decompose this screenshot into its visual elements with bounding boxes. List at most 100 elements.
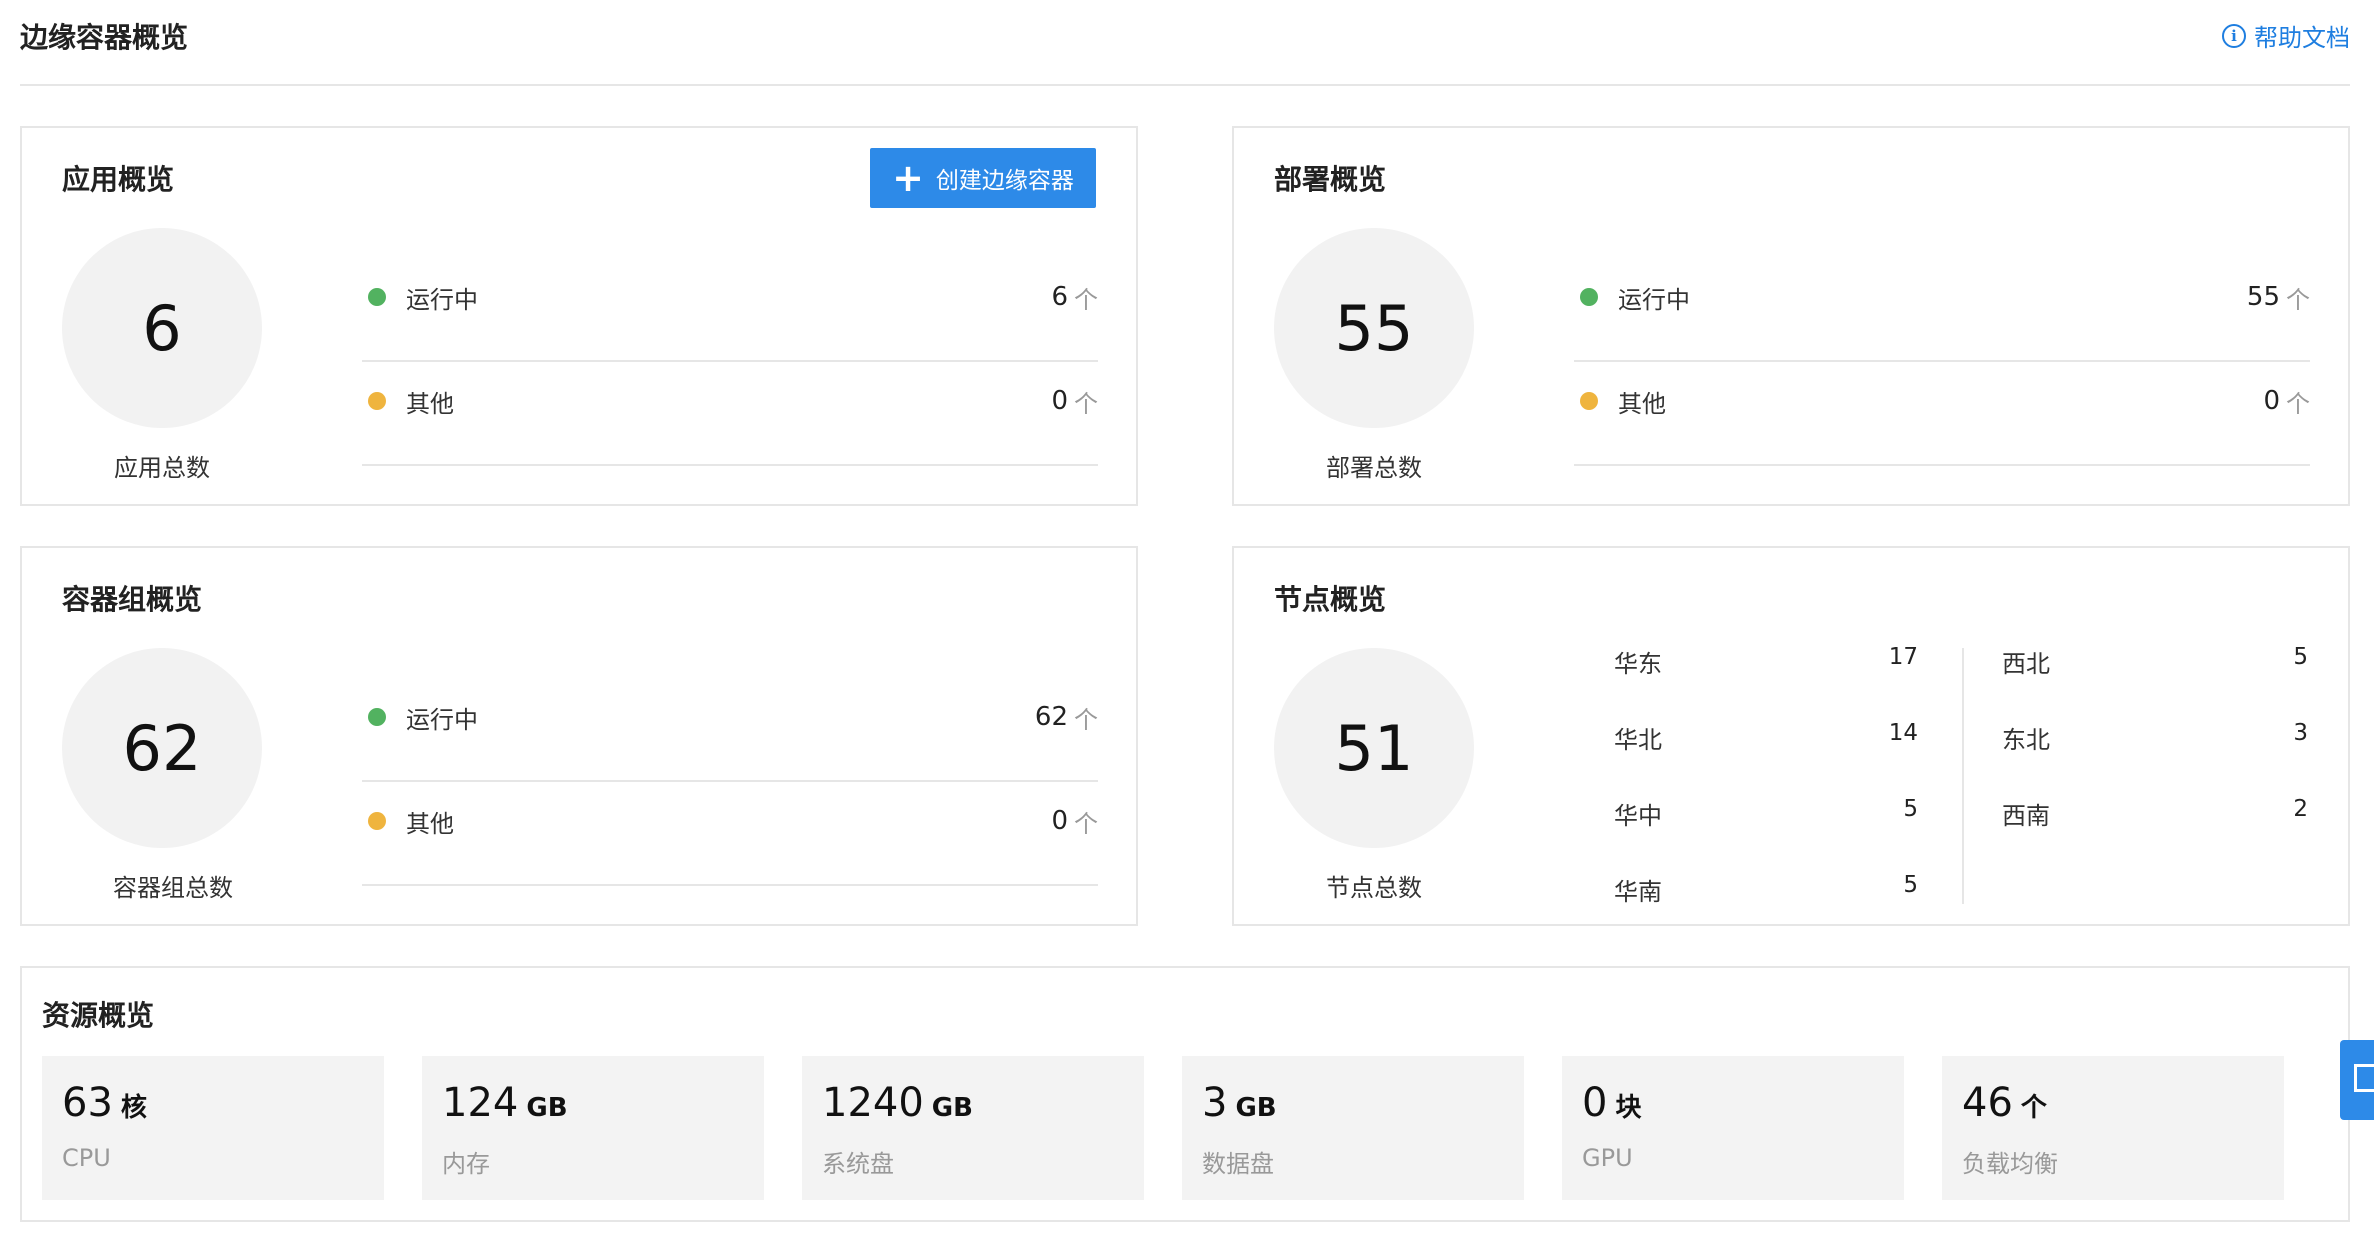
tile-number: 1240 <box>822 1080 924 1126</box>
region-count: 5 <box>1903 872 1918 898</box>
region-name: 西南 <box>2002 802 2050 830</box>
region-count: 17 <box>1888 644 1918 670</box>
card-title: 容器组概览 <box>62 583 203 616</box>
status-value: 6 <box>1051 282 1068 312</box>
page-title: 边缘容器概览 <box>20 21 189 54</box>
status-label: 其他 <box>1618 390 1666 418</box>
total-circle: 62 <box>62 648 262 848</box>
help-link[interactable]: i 帮助文档 <box>2222 18 2350 53</box>
other-dot <box>368 392 386 410</box>
tile-label: 数据盘 <box>1202 1150 1274 1178</box>
region-row: 西北 5 <box>2002 644 2308 720</box>
status-row-other: 其他 0 个 <box>362 362 1098 466</box>
region-row: 华东 17 <box>1614 644 1918 720</box>
status-label: 运行中 <box>1618 286 1690 314</box>
create-button-label: 创建边缘容器 <box>935 168 1074 194</box>
unit: 个 <box>2286 390 2310 418</box>
pods-overview-card: 容器组概览 62 容器组总数 运行中 62 个 其他 0 个 <box>20 546 1138 926</box>
region-list-right: 西北 5 东北 3 西南 2 <box>2002 644 2308 872</box>
status-label: 运行中 <box>406 706 478 734</box>
tile-value: 63 核 <box>62 1080 147 1126</box>
status-value: 0 <box>1051 806 1068 836</box>
unit: 个 <box>1074 706 1098 734</box>
tile-label: 内存 <box>442 1150 490 1178</box>
status-list: 运行中 62 个 其他 0 个 <box>362 678 1098 886</box>
create-edge-container-button[interactable]: + 创建边缘容器 <box>870 148 1096 208</box>
tile-value: 124 GB <box>442 1080 568 1126</box>
resource-tile-load-balancer: 46 个 负载均衡 <box>1942 1056 2284 1200</box>
total-circle: 51 <box>1274 648 1474 848</box>
status-value: 55 <box>2246 282 2280 312</box>
region-name: 华北 <box>1614 726 1662 754</box>
feedback-side-tab[interactable] <box>2340 1040 2374 1120</box>
region-row: 华中 5 <box>1614 796 1918 872</box>
tile-label: CPU <box>62 1144 111 1172</box>
help-link-label: 帮助文档 <box>2254 24 2350 52</box>
total-label: 容器组总数 <box>113 874 233 902</box>
tile-value: 46 个 <box>1962 1080 2047 1126</box>
other-dot <box>368 812 386 830</box>
resource-tile-data-disk: 3 GB 数据盘 <box>1182 1056 1524 1200</box>
card-title: 应用概览 <box>62 163 175 196</box>
card-title: 部署概览 <box>1274 163 1387 196</box>
status-list: 运行中 55 个 其他 0 个 <box>1574 258 2310 466</box>
other-dot <box>1580 392 1598 410</box>
edit-icon <box>2354 1064 2374 1092</box>
tile-number: 3 <box>1202 1080 1228 1126</box>
status-label: 其他 <box>406 810 454 838</box>
tile-label: GPU <box>1582 1144 1633 1172</box>
status-value: 0 <box>1051 386 1068 416</box>
region-row: 西南 2 <box>2002 796 2308 872</box>
status-row-other: 其他 0 个 <box>1574 362 2310 466</box>
total-label: 部署总数 <box>1326 454 1422 482</box>
status-value: 62 <box>1034 702 1068 732</box>
status-row-other: 其他 0 个 <box>362 782 1098 886</box>
tile-value: 3 GB <box>1202 1080 1277 1126</box>
page-header: 边缘容器概览 i 帮助文档 <box>20 0 2350 86</box>
region-name: 华南 <box>1614 878 1662 906</box>
card-title: 节点概览 <box>1274 583 1387 616</box>
tile-number: 46 <box>1962 1080 2013 1126</box>
region-count: 5 <box>2293 644 2308 670</box>
tile-number: 124 <box>442 1080 519 1126</box>
total-circle: 55 <box>1274 228 1474 428</box>
region-name: 华中 <box>1614 802 1662 830</box>
unit: 个 <box>1074 390 1098 418</box>
unit: 个 <box>1074 286 1098 314</box>
info-icon: i <box>2222 23 2246 48</box>
nodes-overview-card: 节点概览 51 节点总数 华东 17 华北 14 华中 5 华南 5 西北 5 … <box>1232 546 2350 926</box>
tile-label: 系统盘 <box>822 1150 894 1178</box>
region-name: 东北 <box>2002 726 2050 754</box>
region-row: 华北 14 <box>1614 720 1918 796</box>
region-count: 2 <box>2293 796 2308 822</box>
status-label: 运行中 <box>406 286 478 314</box>
resource-tile-gpu: 0块 GPU <box>1562 1056 1904 1200</box>
total-label: 节点总数 <box>1326 874 1422 902</box>
plus-icon: + <box>892 156 924 200</box>
unit: 个 <box>1074 810 1098 838</box>
status-row-running: 运行中 62 个 <box>362 678 1098 782</box>
status-list: 运行中 6 个 其他 0 个 <box>362 258 1098 466</box>
deploy-overview-card: 部署概览 55 部署总数 运行中 55 个 其他 0 个 <box>1232 126 2350 506</box>
tile-unit: 块 <box>1615 1093 1642 1123</box>
tile-unit: 核 <box>120 1093 147 1123</box>
total-label: 应用总数 <box>114 454 210 482</box>
tile-unit: 个 <box>2020 1093 2047 1123</box>
region-row: 东北 3 <box>2002 720 2308 796</box>
status-value: 0 <box>2263 386 2280 416</box>
tile-value: 1240 GB <box>822 1080 973 1126</box>
running-dot <box>368 708 386 726</box>
running-dot <box>368 288 386 306</box>
total-circle: 6 <box>62 228 262 428</box>
region-list-left: 华东 17 华北 14 华中 5 华南 5 <box>1614 644 1918 948</box>
resource-tile-memory: 124 GB 内存 <box>422 1056 764 1200</box>
region-name: 华东 <box>1614 650 1662 678</box>
tile-unit: GB <box>1235 1093 1277 1123</box>
region-row: 华南 5 <box>1614 872 1918 948</box>
tile-number: 63 <box>62 1080 113 1126</box>
region-divider <box>1962 648 1964 904</box>
tile-unit: GB <box>526 1093 568 1123</box>
tile-unit: GB <box>931 1093 973 1123</box>
running-dot <box>1580 288 1598 306</box>
tile-number: 0 <box>1582 1080 1608 1126</box>
